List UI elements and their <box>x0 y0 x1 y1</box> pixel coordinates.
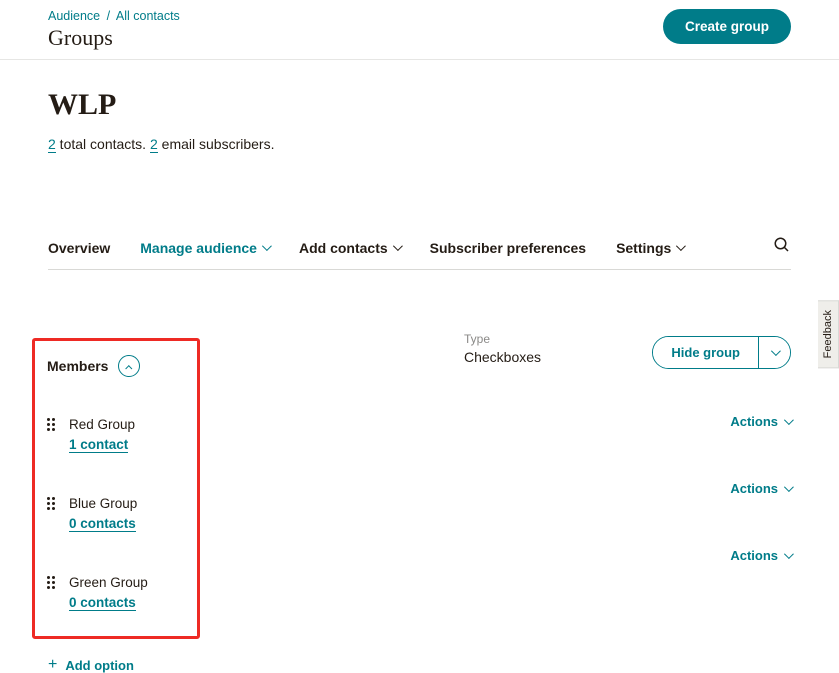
tab-subscriber-prefs[interactable]: Subscriber preferences <box>430 240 586 256</box>
tab-manage-audience[interactable]: Manage audience <box>140 240 269 256</box>
actions-label: Actions <box>730 548 778 563</box>
chevron-down-icon <box>784 415 794 425</box>
total-contacts-label: total contacts. <box>56 136 150 152</box>
hide-group-split-button: Hide group <box>652 336 791 369</box>
plus-icon: + <box>48 657 57 673</box>
chevron-down-icon <box>784 549 794 559</box>
email-subs-label: email subscribers. <box>158 136 275 152</box>
group-contact-count[interactable]: 1 contact <box>69 437 128 453</box>
audience-stats: 2 total contacts. 2 email subscribers. <box>48 136 791 152</box>
actions-label: Actions <box>730 414 778 429</box>
breadcrumb-leaf[interactable]: All contacts <box>116 9 180 23</box>
tab-manage-label: Manage audience <box>140 240 257 256</box>
audience-nav: Overview Manage audience Add contacts Su… <box>48 236 791 270</box>
header-divider <box>0 59 839 60</box>
type-value: Checkboxes <box>464 349 541 365</box>
tab-add-label: Add contacts <box>299 240 388 256</box>
tab-overview[interactable]: Overview <box>48 240 110 256</box>
group-name: Red Group <box>69 415 135 435</box>
tab-settings[interactable]: Settings <box>616 240 683 256</box>
total-contacts-count[interactable]: 2 <box>48 136 56 153</box>
group-contact-count[interactable]: 0 contacts <box>69 595 136 611</box>
group-actions-menu[interactable]: Actions <box>730 414 791 429</box>
group-actions-menu[interactable]: Actions <box>730 481 791 496</box>
add-option-button[interactable]: + Add option <box>48 657 791 673</box>
chevron-up-icon <box>125 365 132 372</box>
add-option-label: Add option <box>65 658 134 673</box>
drag-handle-icon[interactable] <box>47 497 55 510</box>
breadcrumb: Audience / All contacts <box>48 9 180 23</box>
members-highlight: Members Red Group 1 contact Blue Group <box>32 338 200 639</box>
tab-settings-label: Settings <box>616 240 671 256</box>
actions-label: Actions <box>730 481 778 496</box>
chevron-down-icon <box>393 241 403 251</box>
page-title: Groups <box>48 25 180 51</box>
group-name: Green Group <box>69 573 148 593</box>
breadcrumb-root[interactable]: Audience <box>48 9 100 23</box>
drag-handle-icon[interactable] <box>47 418 55 431</box>
group-name: Blue Group <box>69 494 137 514</box>
group-contact-count[interactable]: 0 contacts <box>69 516 136 532</box>
chevron-down-icon <box>784 482 794 492</box>
chevron-down-icon <box>771 346 781 356</box>
group-item: Red Group 1 contact <box>47 415 185 454</box>
feedback-tab[interactable]: Feedback <box>818 300 839 368</box>
search-icon[interactable] <box>773 236 791 259</box>
chevron-down-icon <box>262 241 272 251</box>
hide-group-button[interactable]: Hide group <box>653 337 759 368</box>
drag-handle-icon[interactable] <box>47 576 55 589</box>
audience-name: WLP <box>48 88 791 122</box>
members-heading: Members <box>47 358 108 374</box>
group-item: Green Group 0 contacts <box>47 573 185 612</box>
chevron-down-icon <box>676 241 686 251</box>
create-group-button[interactable]: Create group <box>663 9 791 44</box>
hide-group-dropdown[interactable] <box>759 337 790 368</box>
group-actions-menu[interactable]: Actions <box>730 548 791 563</box>
collapse-members-button[interactable] <box>118 355 140 377</box>
email-subs-count[interactable]: 2 <box>150 136 158 153</box>
tab-add-contacts[interactable]: Add contacts <box>299 240 400 256</box>
type-label: Type <box>464 332 541 346</box>
group-item: Blue Group 0 contacts <box>47 494 185 533</box>
